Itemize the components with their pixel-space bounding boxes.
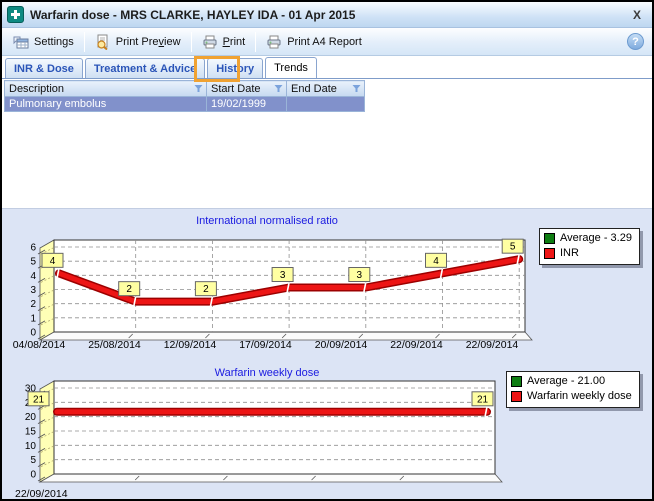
tab-history[interactable]: History xyxy=(207,58,263,78)
filter-icon[interactable] xyxy=(194,84,203,93)
svg-text:4: 4 xyxy=(433,256,439,267)
column-header-end-date[interactable]: End Date xyxy=(287,81,365,97)
inr-swatch xyxy=(544,248,555,259)
svg-text:4: 4 xyxy=(50,256,56,267)
svg-text:12/09/2014: 12/09/2014 xyxy=(164,339,217,351)
svg-text:0: 0 xyxy=(30,470,36,481)
inr-chart-legend: Average - 3.29 INR xyxy=(539,228,640,265)
print-a4-report-label: Print A4 Report xyxy=(287,36,362,48)
svg-text:21: 21 xyxy=(33,394,45,405)
svg-text:2: 2 xyxy=(30,299,36,310)
print-label-accel: P xyxy=(223,36,230,48)
settings-label: Settings xyxy=(34,36,74,48)
tab-bar: INR & Dose Treatment & Advice History Tr… xyxy=(2,56,652,79)
print-label: Print xyxy=(223,36,246,48)
legend-label: Warfarin weekly dose xyxy=(527,389,632,404)
cell-end-date xyxy=(287,97,365,112)
column-header-label: Description xyxy=(9,83,64,95)
svg-text:4: 4 xyxy=(30,271,36,282)
column-header-label: End Date xyxy=(291,83,337,95)
cell-description: Pulmonary embolus xyxy=(5,97,207,112)
print-preview-label: Print Preview xyxy=(116,36,181,48)
column-header-description[interactable]: Description xyxy=(5,81,207,97)
table-row-pulmonary-embolus[interactable]: Pulmonary embolus 19/02/1999 xyxy=(5,97,365,112)
svg-text:20/09/2014: 20/09/2014 xyxy=(315,339,368,351)
print-label-post: rint xyxy=(230,36,245,48)
dose-swatch xyxy=(511,391,522,402)
legend-row-dose: Warfarin weekly dose xyxy=(511,389,632,404)
toolbar-separator xyxy=(84,32,85,52)
svg-text:17/09/2014: 17/09/2014 xyxy=(239,339,292,351)
charts-panel: 0 1 2 3 4 5 6 4 2 2 3 3 4 5 04/08/2014 25/08/2014 12/09/… xyxy=(2,208,652,500)
svg-text:15: 15 xyxy=(25,427,37,438)
app-cross-icon xyxy=(7,6,24,23)
inr-chart-title: International normalised ratio xyxy=(2,215,532,227)
print-preview-icon xyxy=(95,34,111,50)
toolbar: Settings Print Preview Print Print A4 Re… xyxy=(2,28,652,56)
svg-text:22/09/2014: 22/09/2014 xyxy=(466,339,519,351)
printer-icon xyxy=(202,34,218,50)
toolbar-separator xyxy=(191,32,192,52)
tab-trends[interactable]: Trends xyxy=(265,57,317,78)
legend-row-inr: INR xyxy=(544,246,632,261)
legend-row-average: Average - 21.00 xyxy=(511,374,632,389)
column-header-label: Start Date xyxy=(211,83,261,95)
svg-text:2: 2 xyxy=(203,284,209,295)
table-header-row: Description Start Date End Date xyxy=(5,81,365,97)
filter-icon[interactable] xyxy=(352,84,361,93)
dose-chart-legend: Average - 21.00 Warfarin weekly dose xyxy=(506,371,640,408)
svg-text:3: 3 xyxy=(280,270,286,281)
svg-text:10: 10 xyxy=(25,441,37,452)
settings-button[interactable]: Settings xyxy=(6,31,81,53)
legend-label: Average - 3.29 xyxy=(560,231,632,246)
print-preview-label-post: iew xyxy=(164,36,181,48)
svg-text:3: 3 xyxy=(30,285,36,296)
print-button[interactable]: Print xyxy=(195,31,253,53)
settings-icon xyxy=(13,34,29,50)
help-button[interactable]: ? xyxy=(627,33,644,50)
average-swatch xyxy=(544,233,555,244)
tab-treatment-advice[interactable]: Treatment & Advice xyxy=(85,58,205,78)
svg-text:0: 0 xyxy=(30,328,36,339)
svg-text:22/09/2014: 22/09/2014 xyxy=(390,339,443,351)
legend-label: INR xyxy=(560,246,579,261)
svg-text:22/09/2014: 22/09/2014 xyxy=(15,488,68,500)
legend-row-average: Average - 3.29 xyxy=(544,231,632,246)
warfarin-dose-window: Warfarin dose - MRS CLARKE, HAYLEY IDA -… xyxy=(0,0,654,501)
svg-text:25/08/2014: 25/08/2014 xyxy=(88,339,141,351)
svg-text:5: 5 xyxy=(30,455,36,466)
svg-text:21: 21 xyxy=(477,394,489,405)
tab-inr-dose[interactable]: INR & Dose xyxy=(5,58,83,78)
print-preview-label-pre: Print Pre xyxy=(116,36,159,48)
print-a4-report-button[interactable]: Print A4 Report xyxy=(259,31,369,53)
svg-text:3: 3 xyxy=(357,270,363,281)
close-button[interactable]: X xyxy=(630,8,644,22)
svg-text:6: 6 xyxy=(30,243,36,254)
cell-start-date: 19/02/1999 xyxy=(207,97,287,112)
average-swatch xyxy=(511,376,522,387)
filter-icon[interactable] xyxy=(274,84,283,93)
svg-text:2: 2 xyxy=(126,284,132,295)
dose-chart-title: Warfarin weekly dose xyxy=(2,367,532,379)
printer-icon xyxy=(266,34,282,50)
content-area: Description Start Date End Date Pulmonar… xyxy=(2,80,652,208)
print-preview-button[interactable]: Print Preview xyxy=(88,31,188,53)
svg-text:04/08/2014: 04/08/2014 xyxy=(13,339,66,351)
problems-table: Description Start Date End Date Pulmonar… xyxy=(4,80,365,112)
window-title: Warfarin dose - MRS CLARKE, HAYLEY IDA -… xyxy=(30,8,624,22)
svg-text:1: 1 xyxy=(30,313,36,324)
svg-text:5: 5 xyxy=(30,257,36,268)
title-bar: Warfarin dose - MRS CLARKE, HAYLEY IDA -… xyxy=(2,2,652,28)
toolbar-separator xyxy=(255,32,256,52)
column-header-start-date[interactable]: Start Date xyxy=(207,81,287,97)
svg-text:5: 5 xyxy=(510,242,516,253)
svg-text:20: 20 xyxy=(25,412,37,423)
legend-label: Average - 21.00 xyxy=(527,374,605,389)
